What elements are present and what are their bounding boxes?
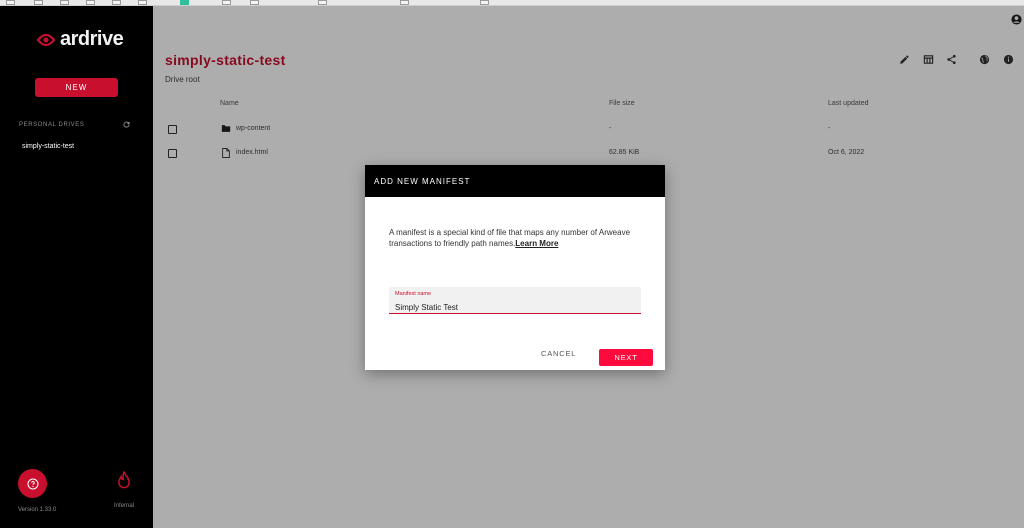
ardrive-logo-icon	[36, 33, 56, 46]
logo-text: ardrive	[60, 28, 124, 50]
browser-tab-icon[interactable]	[138, 0, 147, 5]
app-version: Version 1.33.0	[18, 507, 57, 513]
browser-tab-icon[interactable]	[222, 0, 231, 5]
browser-tab-icon[interactable]	[480, 0, 489, 5]
infernal-label: Infernal	[113, 503, 134, 509]
ardrive-logo[interactable]: ardrive	[36, 28, 124, 51]
browser-toolbar-strip	[0, 0, 1024, 6]
sidebar-item-simply-static-test[interactable]: simply-static-test	[22, 143, 74, 150]
personal-drives-header: PERSONAL DRIVES	[19, 120, 131, 129]
browser-tab-icon[interactable]	[180, 0, 189, 5]
personal-drives-title: PERSONAL DRIVES	[19, 121, 85, 128]
dialog-body-text: A manifest is a special kind of file tha…	[389, 228, 631, 248]
refresh-icon[interactable]	[122, 120, 131, 129]
new-button[interactable]: NEW	[35, 78, 118, 97]
browser-tab-icon[interactable]	[6, 0, 15, 5]
learn-more-link[interactable]: Learn More	[515, 239, 558, 248]
cancel-button[interactable]: CANCEL	[541, 349, 576, 358]
dialog-description: A manifest is a special kind of file tha…	[389, 227, 639, 249]
flame-icon	[118, 471, 130, 489]
browser-tab-icon[interactable]	[318, 0, 327, 5]
browser-tab-icon[interactable]	[250, 0, 259, 5]
manifest-name-field[interactable]: Manifest name	[389, 287, 641, 314]
sidebar: ardrive NEW PERSONAL DRIVES simply-stati…	[0, 0, 153, 528]
help-icon	[27, 478, 38, 489]
manifest-name-input[interactable]	[395, 303, 635, 312]
browser-tab-icon[interactable]	[34, 0, 43, 5]
dialog-title: ADD NEW MANIFEST	[365, 165, 665, 197]
browser-tab-icon[interactable]	[60, 0, 69, 5]
browser-tab-icon[interactable]	[86, 0, 95, 5]
add-manifest-dialog: ADD NEW MANIFEST A manifest is a special…	[365, 165, 665, 370]
browser-tab-icon[interactable]	[400, 0, 409, 5]
next-button[interactable]: NEXT	[599, 349, 653, 366]
manifest-name-label: Manifest name	[395, 291, 432, 297]
browser-tab-icon[interactable]	[112, 0, 121, 5]
help-button[interactable]	[18, 469, 47, 498]
infernal-toggle[interactable]: Infernal	[109, 470, 139, 509]
